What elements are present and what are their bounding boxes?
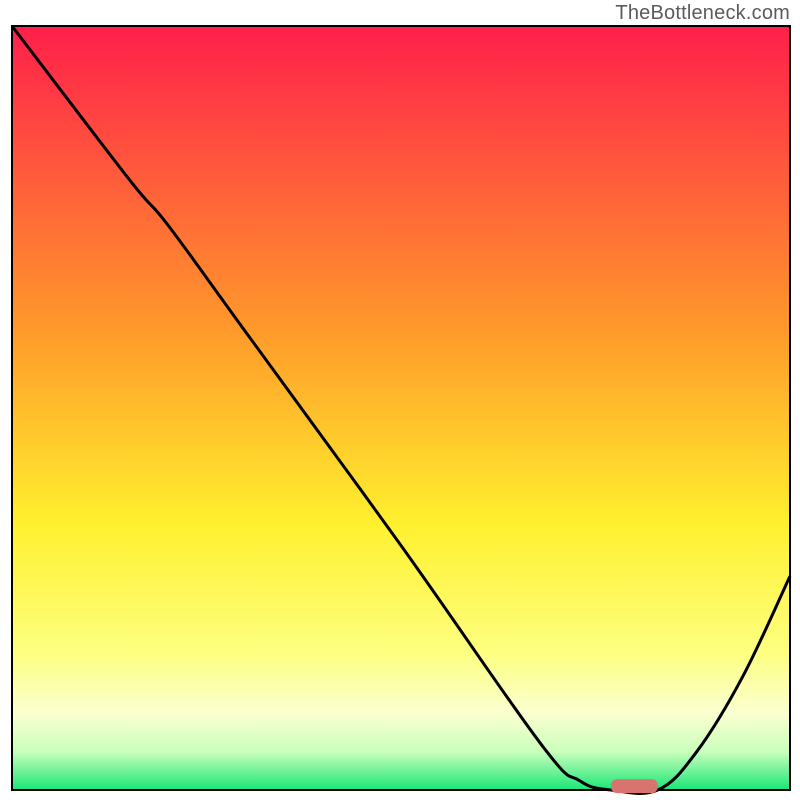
chart-background xyxy=(12,26,790,790)
attribution-text: TheBottleneck.com xyxy=(615,2,790,25)
chart-frame: TheBottleneck.com xyxy=(0,0,800,800)
bottleneck-chart xyxy=(0,0,800,800)
optimal-marker xyxy=(611,779,658,793)
